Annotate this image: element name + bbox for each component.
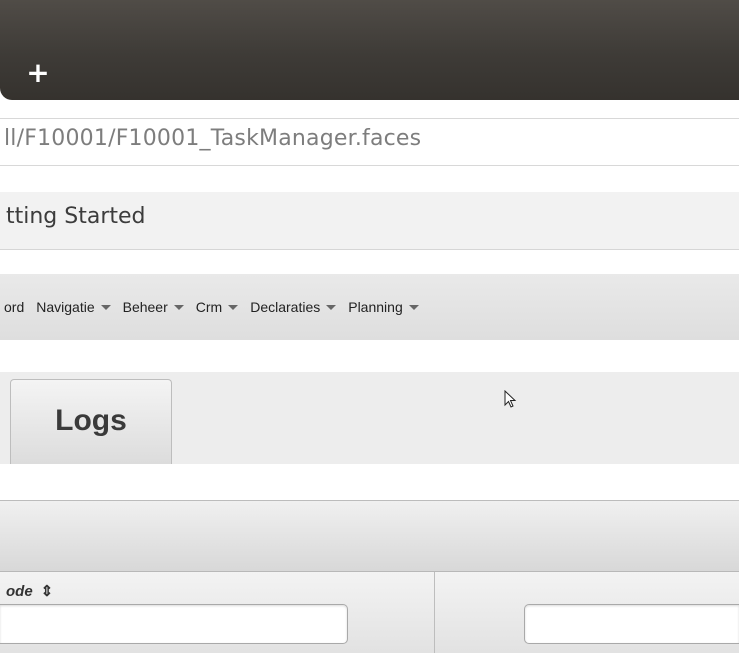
caret-down-icon (408, 304, 419, 310)
column-filter-input[interactable] (0, 604, 348, 644)
caret-down-icon (173, 304, 184, 310)
menu-item-navigatie[interactable]: Navigatie (36, 299, 111, 315)
menu-item-label: Crm (195, 299, 223, 315)
menu-item-planning[interactable]: Planning (348, 299, 419, 315)
tab-logs-label: Logs (55, 404, 127, 437)
menu-item-label: Planning (348, 299, 403, 315)
menu-item-beheer[interactable]: Beheer (123, 299, 184, 315)
menu-item-dashboard[interactable]: ord (4, 299, 24, 315)
menu-item-label: Beheer (122, 299, 168, 315)
mouse-pointer-icon (504, 390, 517, 408)
tab-logs[interactable]: Logs (10, 379, 172, 464)
menu-item-label: Declaraties (250, 299, 321, 315)
menu-item-label: Navigatie (36, 299, 95, 315)
browser-tab-strip (0, 0, 739, 100)
menu-item-crm[interactable]: Crm (195, 299, 239, 315)
column-divider[interactable] (434, 572, 435, 653)
column-header-label: ode (6, 582, 33, 600)
panel-header (0, 500, 739, 572)
menu-item-declaraties[interactable]: Declaraties (250, 299, 337, 315)
column-header-code[interactable]: ode ⇕ (6, 582, 54, 601)
menu-items: ord Navigatie Beheer Crm Declaraties Pla… (4, 296, 431, 318)
address-bar-url[interactable]: ll/F10001/F10001_TaskManager.faces (4, 126, 421, 151)
caret-down-icon (100, 304, 111, 310)
column-filter-input-2[interactable] (524, 604, 739, 644)
new-tab-button[interactable]: + (24, 58, 52, 88)
bookmark-getting-started[interactable]: tting Started (6, 204, 146, 229)
caret-down-icon (326, 304, 337, 310)
sort-icon[interactable]: ⇕ (41, 582, 54, 600)
menu-item-label: ord (4, 299, 25, 315)
caret-down-icon (228, 304, 239, 310)
